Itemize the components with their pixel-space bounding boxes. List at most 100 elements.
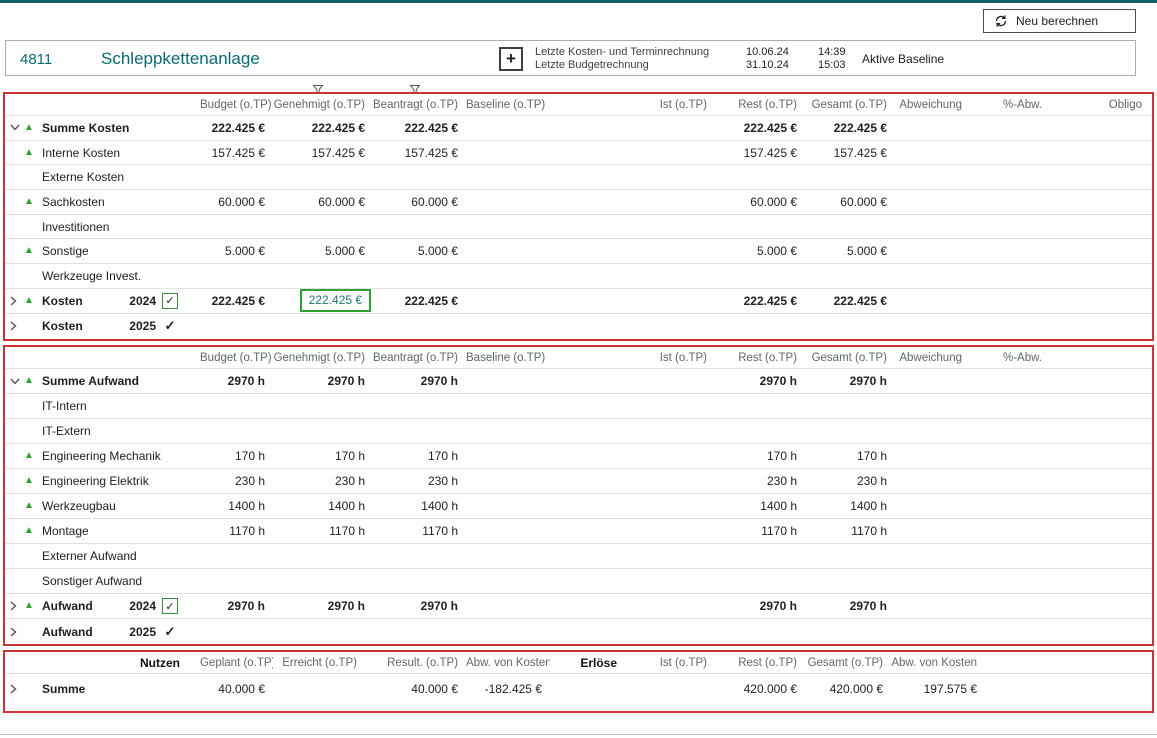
value-cell[interactable]: 40.000 €: [365, 682, 466, 696]
chevron-right-icon[interactable]: [10, 684, 24, 694]
value-cell[interactable]: 222.425 €: [715, 121, 805, 135]
value-cell[interactable]: 222.425 €: [200, 121, 273, 135]
value-cell[interactable]: 222.425 €: [373, 294, 466, 308]
column-header[interactable]: Rest (o.TP): [715, 99, 805, 111]
value-cell[interactable]: 60.000 €: [715, 195, 805, 209]
value-cell[interactable]: 2970 h: [200, 374, 273, 388]
value-cell[interactable]: 5.000 €: [715, 244, 805, 258]
value-cell[interactable]: 157.425 €: [200, 146, 273, 160]
year-checkbox-checked[interactable]: ✓: [162, 293, 178, 309]
value-cell[interactable]: 1170 h: [805, 524, 895, 538]
value-cell[interactable]: 157.425 €: [373, 146, 466, 160]
value-cell[interactable]: 170 h: [273, 449, 373, 463]
column-header[interactable]: %-Abw.: [970, 99, 1050, 111]
value-cell[interactable]: 2970 h: [273, 599, 373, 613]
value-cell[interactable]: 230 h: [373, 474, 466, 488]
value-cell[interactable]: 2970 h: [805, 374, 895, 388]
value-cell[interactable]: 170 h: [715, 449, 805, 463]
column-header[interactable]: Gesamt (o.TP): [805, 657, 891, 669]
column-header[interactable]: Obligo: [1050, 99, 1150, 111]
column-header[interactable]: Erreicht (o.TP): [273, 657, 365, 669]
column-header[interactable]: Rest (o.TP): [715, 352, 805, 364]
expand-plus-button[interactable]: +: [499, 47, 523, 71]
column-header[interactable]: Baseline (o.TP): [466, 352, 550, 364]
column-header[interactable]: Genehmigt (o.TP): [273, 99, 373, 111]
value-cell[interactable]: 1170 h: [273, 524, 373, 538]
column-header[interactable]: Budget (o.TP): [200, 352, 273, 364]
column-header[interactable]: Result. (o.TP): [365, 657, 466, 669]
value-cell[interactable]: 170 h: [200, 449, 273, 463]
column-header[interactable]: Gesamt (o.TP): [805, 352, 895, 364]
column-header[interactable]: Rest (o.TP): [715, 657, 805, 669]
value-cell[interactable]: 222.425 €: [273, 289, 373, 312]
value-cell[interactable]: 40.000 €: [200, 682, 273, 696]
value-cell[interactable]: -182.425 €: [466, 682, 550, 696]
column-header[interactable]: Genehmigt (o.TP): [273, 352, 373, 364]
chevron-down-icon[interactable]: [10, 124, 24, 131]
column-header[interactable]: Baseline (o.TP): [466, 99, 550, 111]
column-header[interactable]: Budget (o.TP): [200, 99, 273, 111]
chevron-right-icon[interactable]: [10, 627, 24, 637]
value-cell[interactable]: 2970 h: [373, 599, 466, 613]
value-cell[interactable]: 60.000 €: [373, 195, 466, 209]
value-cell[interactable]: 170 h: [373, 449, 466, 463]
value-cell[interactable]: 5.000 €: [200, 244, 273, 258]
value-cell[interactable]: 157.425 €: [273, 146, 373, 160]
column-header[interactable]: Beantragt (o.TP): [373, 99, 466, 111]
column-header[interactable]: Erlöse: [550, 656, 625, 670]
column-header[interactable]: Abweichung: [895, 99, 970, 111]
column-header[interactable]: Geplant (o.TP): [200, 657, 273, 669]
column-header[interactable]: Ist (o.TP): [550, 99, 715, 111]
value-cell[interactable]: 60.000 €: [273, 195, 373, 209]
value-cell[interactable]: 1400 h: [805, 499, 895, 513]
value-cell[interactable]: 60.000 €: [200, 195, 273, 209]
column-header[interactable]: Ist (o.TP): [625, 657, 715, 669]
value-cell[interactable]: 2970 h: [200, 599, 273, 613]
column-header[interactable]: %-Abw.: [970, 352, 1050, 364]
value-cell[interactable]: 1170 h: [373, 524, 466, 538]
value-cell[interactable]: 170 h: [805, 449, 895, 463]
value-cell[interactable]: 222.425 €: [805, 121, 895, 135]
value-cell[interactable]: 230 h: [273, 474, 373, 488]
value-cell[interactable]: 222.425 €: [805, 294, 895, 308]
chevron-down-icon[interactable]: [10, 378, 24, 385]
check-icon[interactable]: ✓: [162, 318, 178, 334]
value-cell[interactable]: 230 h: [715, 474, 805, 488]
column-header[interactable]: Abw. von Kosten: [466, 657, 550, 669]
value-cell[interactable]: 60.000 €: [805, 195, 895, 209]
value-cell[interactable]: 1400 h: [200, 499, 273, 513]
chevron-right-icon[interactable]: [10, 296, 24, 306]
value-cell[interactable]: 1170 h: [200, 524, 273, 538]
value-cell[interactable]: 2970 h: [715, 599, 805, 613]
value-cell[interactable]: 1400 h: [373, 499, 466, 513]
value-cell[interactable]: 222.425 €: [273, 121, 373, 135]
value-cell[interactable]: 222.425 €: [200, 294, 273, 308]
value-cell[interactable]: 157.425 €: [805, 146, 895, 160]
value-cell[interactable]: 157.425 €: [715, 146, 805, 160]
column-header[interactable]: Gesamt (o.TP): [805, 99, 895, 111]
value-cell[interactable]: 2970 h: [715, 374, 805, 388]
value-cell[interactable]: 197.575 €: [891, 682, 985, 696]
value-cell[interactable]: 222.425 €: [373, 121, 466, 135]
chevron-right-icon[interactable]: [10, 321, 24, 331]
column-header[interactable]: Beantragt (o.TP): [373, 352, 466, 364]
selected-cell-value[interactable]: 222.425 €: [300, 289, 371, 312]
year-checkbox-checked[interactable]: ✓: [162, 598, 178, 614]
value-cell[interactable]: 1170 h: [715, 524, 805, 538]
value-cell[interactable]: 1400 h: [715, 499, 805, 513]
check-icon[interactable]: ✓: [162, 624, 178, 640]
recalculate-button[interactable]: Neu berechnen: [983, 9, 1136, 33]
column-header[interactable]: Ist (o.TP): [550, 352, 715, 364]
value-cell[interactable]: 5.000 €: [273, 244, 373, 258]
value-cell[interactable]: 420.000 €: [715, 682, 805, 696]
value-cell[interactable]: 5.000 €: [373, 244, 466, 258]
value-cell[interactable]: 1400 h: [273, 499, 373, 513]
value-cell[interactable]: 2970 h: [373, 374, 466, 388]
value-cell[interactable]: 2970 h: [273, 374, 373, 388]
chevron-right-icon[interactable]: [10, 601, 24, 611]
value-cell[interactable]: 230 h: [805, 474, 895, 488]
value-cell[interactable]: 5.000 €: [805, 244, 895, 258]
column-header[interactable]: Abweichung: [895, 352, 970, 364]
value-cell[interactable]: 230 h: [200, 474, 273, 488]
value-cell[interactable]: 222.425 €: [715, 294, 805, 308]
